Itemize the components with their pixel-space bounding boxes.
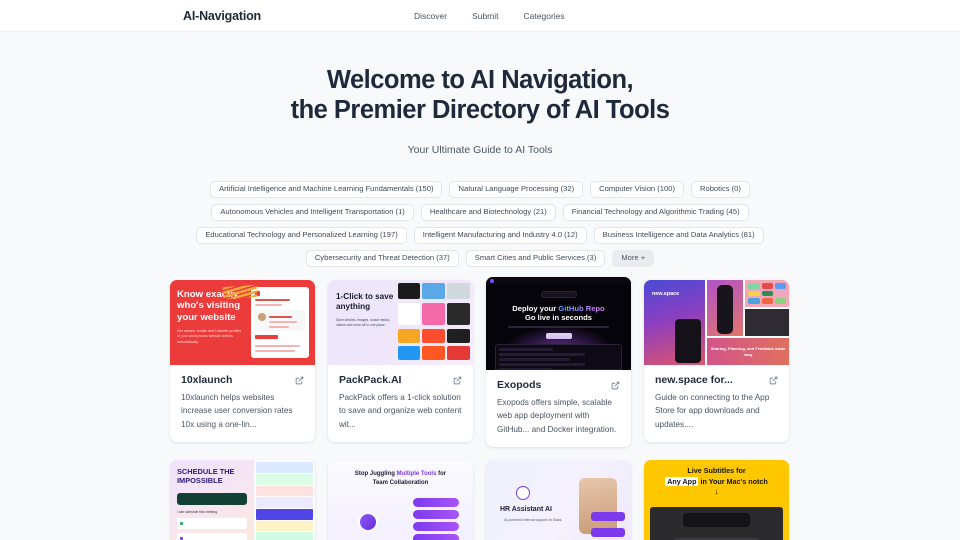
category-filter-list: Artificial Intelligence and Machine Lear…	[170, 181, 790, 268]
card-thumbnail: Stop Juggling Multiple Tools for Team Col…	[328, 460, 473, 540]
category-tag[interactable]: Natural Language Processing (32)	[449, 181, 584, 199]
hero-section: Welcome to AI Navigation, the Premier Di…	[0, 32, 960, 156]
card-thumbnail: 1-Click to save anything Save articles, …	[328, 280, 473, 366]
thumb-headline: Deploy your GitHub Repo	[512, 304, 605, 314]
category-tag[interactable]: Intelligent Manufacturing and Industry 4…	[413, 227, 587, 245]
card-title: Exopods	[497, 379, 542, 392]
card-description: PackPack offers a 1-click solution to sa…	[339, 393, 462, 429]
nav-link-categories[interactable]: Categories	[524, 11, 565, 21]
tool-card[interactable]: Live Subtitles for Any App in Your Mac's …	[644, 460, 789, 540]
tool-card[interactable]: SCHEDULE THE IMPOSSIBLE I can schedule t…	[170, 460, 315, 540]
thumb-headline: Stop Juggling Multiple Tools for Team Col…	[354, 471, 447, 487]
card-thumbnail: HR Assistant AI AI-powered internal supp…	[486, 460, 631, 540]
card-thumbnail: Deploy your GitHub Repo Go live in secon…	[486, 277, 631, 371]
card-body: 10xlaunch 10xlaunch helps websites incre…	[170, 365, 315, 442]
thumb-headline: SCHEDULE THE IMPOSSIBLE	[177, 467, 235, 486]
card-body: Exopods Exopods offers simple, scalable …	[486, 370, 631, 447]
site-header: AI-Navigation Discover Submit Categories	[0, 0, 960, 32]
category-tag[interactable]: Autonomous Vehicles and Intelligent Tran…	[211, 204, 414, 222]
thumb-subtext: Sharing, Planning, and Feedback made eas…	[710, 346, 786, 357]
external-link-icon[interactable]	[453, 376, 462, 385]
arrow-down-icon: ↓	[714, 487, 719, 497]
thumb-tile-mosaic	[395, 280, 473, 365]
thumb-highlight: GitHub Repo	[558, 304, 605, 314]
tool-card[interactable]: Know exactly who's visiting your website…	[170, 280, 315, 442]
page-title: Welcome to AI Navigation, the Premier Di…	[0, 66, 960, 125]
nav-link-submit[interactable]: Submit	[472, 11, 498, 21]
tool-card-grid: Know exactly who's visiting your website…	[170, 277, 790, 540]
page-title-line2: the Premier Directory of AI Tools	[290, 95, 670, 124]
card-thumbnail: Know exactly who's visiting your website…	[170, 280, 315, 366]
tool-card[interactable]: 1-Click to save anything Save articles, …	[328, 280, 473, 442]
thumb-highlight: Multiple Tools	[396, 471, 437, 478]
card-description: Guide on connecting to the App Store for…	[655, 393, 770, 429]
category-tag[interactable]: Business Intelligence and Data Analytics…	[593, 227, 764, 245]
hub-icon	[358, 512, 378, 533]
tool-card[interactable]: new.space Sharing, Planning, and Feedbac…	[644, 280, 789, 442]
page-title-line1: Welcome to AI Navigation,	[326, 66, 634, 94]
tool-card[interactable]: Deploy your GitHub Repo Go live in secon…	[486, 277, 631, 448]
category-tag[interactable]: Cybersecurity and Threat Detection (37)	[305, 250, 459, 268]
thumb-headline: new.space	[652, 291, 680, 298]
thumb-subtext: Get names, emails and LinkedIn profiles …	[177, 329, 242, 344]
thumb-subtext: Save articles, images, social media, vid…	[336, 317, 390, 327]
card-body: new.space for... Guide on connecting to …	[644, 365, 789, 442]
category-tag[interactable]: Educational Technology and Personalized …	[196, 227, 407, 245]
more-categories-button[interactable]: More +	[612, 250, 655, 268]
person-photo	[579, 478, 617, 535]
category-tag[interactable]: Robotics (0)	[691, 181, 750, 199]
card-thumbnail: new.space Sharing, Planning, and Feedbac…	[644, 280, 789, 366]
card-description: Exopods offers simple, scalable web app …	[497, 398, 617, 434]
thumb-panel-mock	[250, 287, 309, 359]
category-tag[interactable]: Healthcare and Biotechnology (21)	[420, 204, 556, 222]
tool-card[interactable]: HR Assistant AI AI-powered internal supp…	[486, 460, 631, 540]
thumb-highlight: Any App	[665, 476, 699, 486]
assistant-icon	[516, 486, 530, 501]
card-thumbnail: SCHEDULE THE IMPOSSIBLE I can schedule t…	[170, 460, 315, 540]
card-description: 10xlaunch helps websites increase user c…	[181, 393, 293, 429]
card-title: new.space for...	[655, 374, 733, 387]
category-tag[interactable]: Computer Vision (100)	[590, 181, 684, 199]
external-link-icon[interactable]	[295, 376, 304, 385]
category-tag[interactable]: Artificial Intelligence and Machine Lear…	[210, 181, 443, 199]
card-body: PackPack.AI PackPack offers a 1-click so…	[328, 365, 473, 442]
brand-logo[interactable]: AI-Navigation	[183, 9, 261, 23]
card-title: PackPack.AI	[339, 374, 402, 387]
category-tag[interactable]: Financial Technology and Algorithmic Tra…	[562, 204, 749, 222]
thumb-headline: Live Subtitles for Any App in Your Mac's …	[665, 466, 768, 486]
tool-card[interactable]: Stop Juggling Multiple Tools for Team Col…	[328, 460, 473, 540]
thumb-headline: HR Assistant AI	[500, 506, 552, 514]
brush-stroke-icon	[222, 284, 258, 300]
thumb-headline: 1-Click to save anything	[336, 292, 394, 312]
main-navigation: Discover Submit Categories	[414, 11, 565, 21]
card-thumbnail: Live Subtitles for Any App in Your Mac's …	[644, 460, 789, 540]
nav-link-discover[interactable]: Discover	[414, 11, 447, 21]
mac-window-mock	[650, 507, 783, 540]
external-link-icon[interactable]	[611, 381, 620, 390]
thumb-subtext: AI-powered internal support on Slack.	[504, 518, 563, 523]
page-subtitle: Your Ultimate Guide to AI Tools	[407, 144, 553, 157]
external-link-icon[interactable]	[769, 376, 778, 385]
card-title: 10xlaunch	[181, 374, 233, 387]
terminal-mock	[495, 344, 622, 371]
category-tag[interactable]: Smart Cities and Public Services (3)	[465, 250, 606, 268]
